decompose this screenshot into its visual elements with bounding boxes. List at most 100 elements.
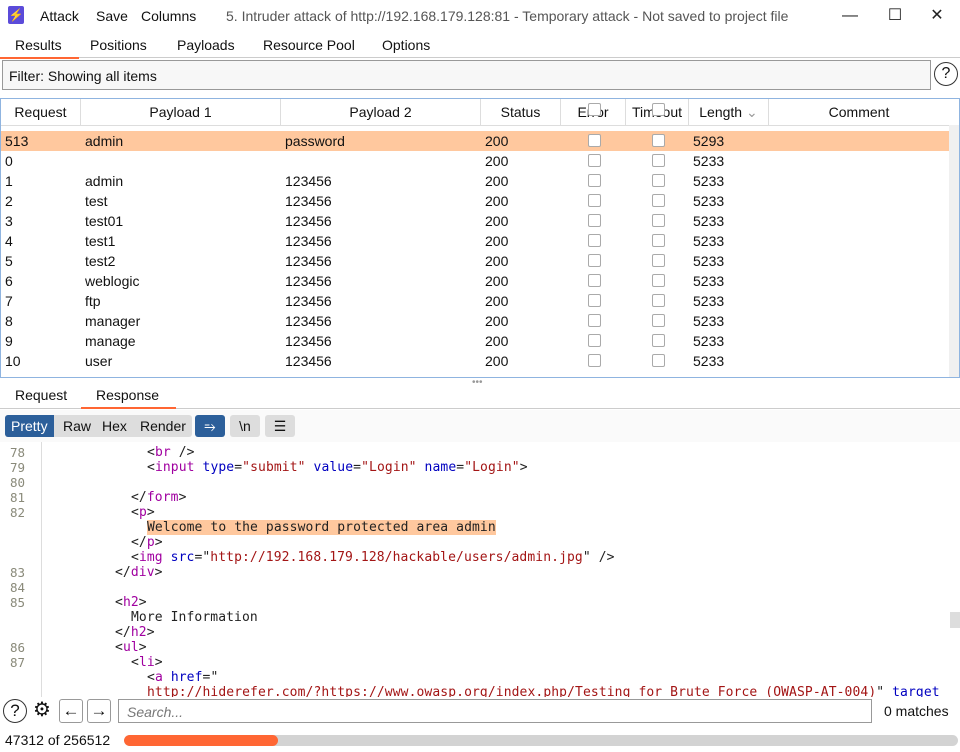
- error-checkbox[interactable]: [588, 234, 601, 247]
- table-row[interactable]: 7 ftp 123456 200 5233: [1, 291, 949, 311]
- cell-p1: admin: [85, 173, 124, 189]
- cell-p1: test2: [85, 253, 116, 269]
- code-token-p: </: [131, 535, 147, 550]
- mode-raw[interactable]: Raw: [57, 415, 98, 437]
- close-button[interactable]: ✕: [922, 4, 952, 28]
- filter-bar[interactable]: Filter: Showing all items: [2, 60, 931, 90]
- mode-render[interactable]: Render: [134, 415, 192, 437]
- table-row[interactable]: 8 manager 123456 200 5233: [1, 311, 949, 331]
- error-checkbox[interactable]: [588, 254, 601, 267]
- word-wrap-icon[interactable]: ⥱: [195, 415, 225, 437]
- table-row[interactable]: 5 test2 123456 200 5233: [1, 251, 949, 271]
- error-checkbox[interactable]: [588, 294, 601, 307]
- line-number: 87: [10, 655, 26, 670]
- help-icon[interactable]: ?: [3, 699, 27, 723]
- newline-toggle-icon[interactable]: \n: [230, 415, 260, 437]
- checkbox[interactable]: [588, 103, 601, 116]
- code-text: <ul>: [115, 640, 147, 655]
- code-token-p: >: [154, 655, 163, 670]
- minimize-button[interactable]: —: [835, 4, 865, 28]
- table-scrollbar[interactable]: [949, 125, 959, 377]
- error-checkbox[interactable]: [588, 274, 601, 287]
- code-line: <img src="http://192.168.179.128/hackabl…: [0, 550, 948, 565]
- code-token-p: />: [170, 445, 195, 460]
- code-token-p: <: [131, 655, 139, 670]
- cell-length: 5233: [693, 153, 725, 169]
- code-text: <li>: [131, 655, 163, 670]
- tab-resource-pool[interactable]: Resource Pool: [263, 37, 355, 53]
- table-row[interactable]: 6 weblogic 123456 200 5233: [1, 271, 949, 291]
- timeout-checkbox[interactable]: [652, 194, 665, 207]
- tab-response[interactable]: Response: [80, 387, 177, 409]
- code-text: </div>: [115, 565, 163, 580]
- error-checkbox[interactable]: [588, 354, 601, 367]
- timeout-checkbox[interactable]: [652, 134, 665, 147]
- line-number: 82: [10, 505, 26, 520]
- code-token-tag: p: [138, 505, 147, 520]
- settings-gear-icon[interactable]: ⚙: [30, 699, 54, 723]
- cell-request: 1: [5, 173, 13, 189]
- timeout-checkbox[interactable]: [652, 214, 665, 227]
- timeout-checkbox[interactable]: [652, 334, 665, 347]
- cell-p1: test1: [85, 233, 116, 249]
- error-checkbox[interactable]: [588, 194, 601, 207]
- response-editor[interactable]: 78 <br /> 79 <input type="submit" value="Lo…: [0, 442, 948, 697]
- menu-save[interactable]: Save: [96, 8, 128, 24]
- code-line: 78 <br />: [0, 445, 948, 460]
- code-token-tag: input: [154, 460, 195, 475]
- timeout-checkbox[interactable]: [652, 274, 665, 287]
- table-row[interactable]: 2 test 123456 200 5233: [1, 191, 949, 211]
- table-row[interactable]: 513 admin password 200 5293: [1, 131, 949, 151]
- maximize-button[interactable]: ☐: [880, 4, 910, 28]
- mode-hex[interactable]: Hex: [96, 415, 133, 437]
- error-checkbox[interactable]: [588, 214, 601, 227]
- error-checkbox[interactable]: [588, 174, 601, 187]
- burp-logo-icon: ⚡: [8, 6, 24, 24]
- table-row[interactable]: 9 manage 123456 200 5233: [1, 331, 949, 351]
- code-token-attr: src: [170, 550, 195, 565]
- tab-payloads[interactable]: Payloads: [177, 37, 235, 53]
- menu-icon[interactable]: ☰: [265, 415, 295, 437]
- code-token-p: </: [131, 490, 147, 505]
- code-line: 81 </form>: [0, 490, 948, 505]
- table-row[interactable]: 10 user 123456 200 5233: [1, 351, 949, 371]
- error-checkbox[interactable]: [588, 334, 601, 347]
- menu-columns[interactable]: Columns: [141, 8, 196, 24]
- menu-attack[interactable]: Attack: [40, 8, 79, 24]
- tab-request[interactable]: Request: [15, 387, 67, 403]
- mode-pretty[interactable]: Pretty: [5, 415, 54, 437]
- tab-positions[interactable]: Positions: [90, 37, 147, 53]
- code-line: Welcome to the password protected area a…: [0, 520, 948, 535]
- timeout-checkbox[interactable]: [652, 294, 665, 307]
- editor-scrollbar[interactable]: [950, 612, 960, 628]
- table-row[interactable]: 1 admin 123456 200 5233: [1, 171, 949, 191]
- error-checkbox[interactable]: [588, 154, 601, 167]
- search-input[interactable]: Search...: [118, 699, 872, 723]
- code-token-p: >: [154, 535, 163, 550]
- timeout-checkbox[interactable]: [652, 234, 665, 247]
- code-token-p: >: [146, 625, 155, 640]
- timeout-checkbox[interactable]: [652, 174, 665, 187]
- code-token-p: <: [131, 505, 139, 520]
- cell-p2: 123456: [285, 353, 332, 369]
- error-checkbox[interactable]: [588, 134, 601, 147]
- code-token-tag: h2: [130, 625, 147, 640]
- help-icon[interactable]: ?: [934, 62, 958, 86]
- previous-match-button[interactable]: ←: [59, 699, 83, 723]
- timeout-checkbox[interactable]: [652, 154, 665, 167]
- tab-options[interactable]: Options: [382, 37, 430, 53]
- table-row[interactable]: 4 test1 123456 200 5233: [1, 231, 949, 251]
- timeout-checkbox[interactable]: [652, 314, 665, 327]
- error-checkbox[interactable]: [588, 314, 601, 327]
- code-token-p: [163, 550, 171, 565]
- code-text: Welcome to the password protected area a…: [147, 520, 496, 535]
- timeout-checkbox[interactable]: [652, 354, 665, 367]
- checkbox[interactable]: [652, 103, 665, 116]
- tab-results[interactable]: Results: [0, 37, 79, 59]
- timeout-checkbox[interactable]: [652, 254, 665, 267]
- table-row[interactable]: 0 200 5233: [1, 151, 949, 171]
- code-token-string: "Login": [464, 460, 520, 475]
- next-match-button[interactable]: →: [87, 699, 111, 723]
- table-row[interactable]: 3 test01 123456 200 5233: [1, 211, 949, 231]
- cell-status: 200: [485, 353, 509, 369]
